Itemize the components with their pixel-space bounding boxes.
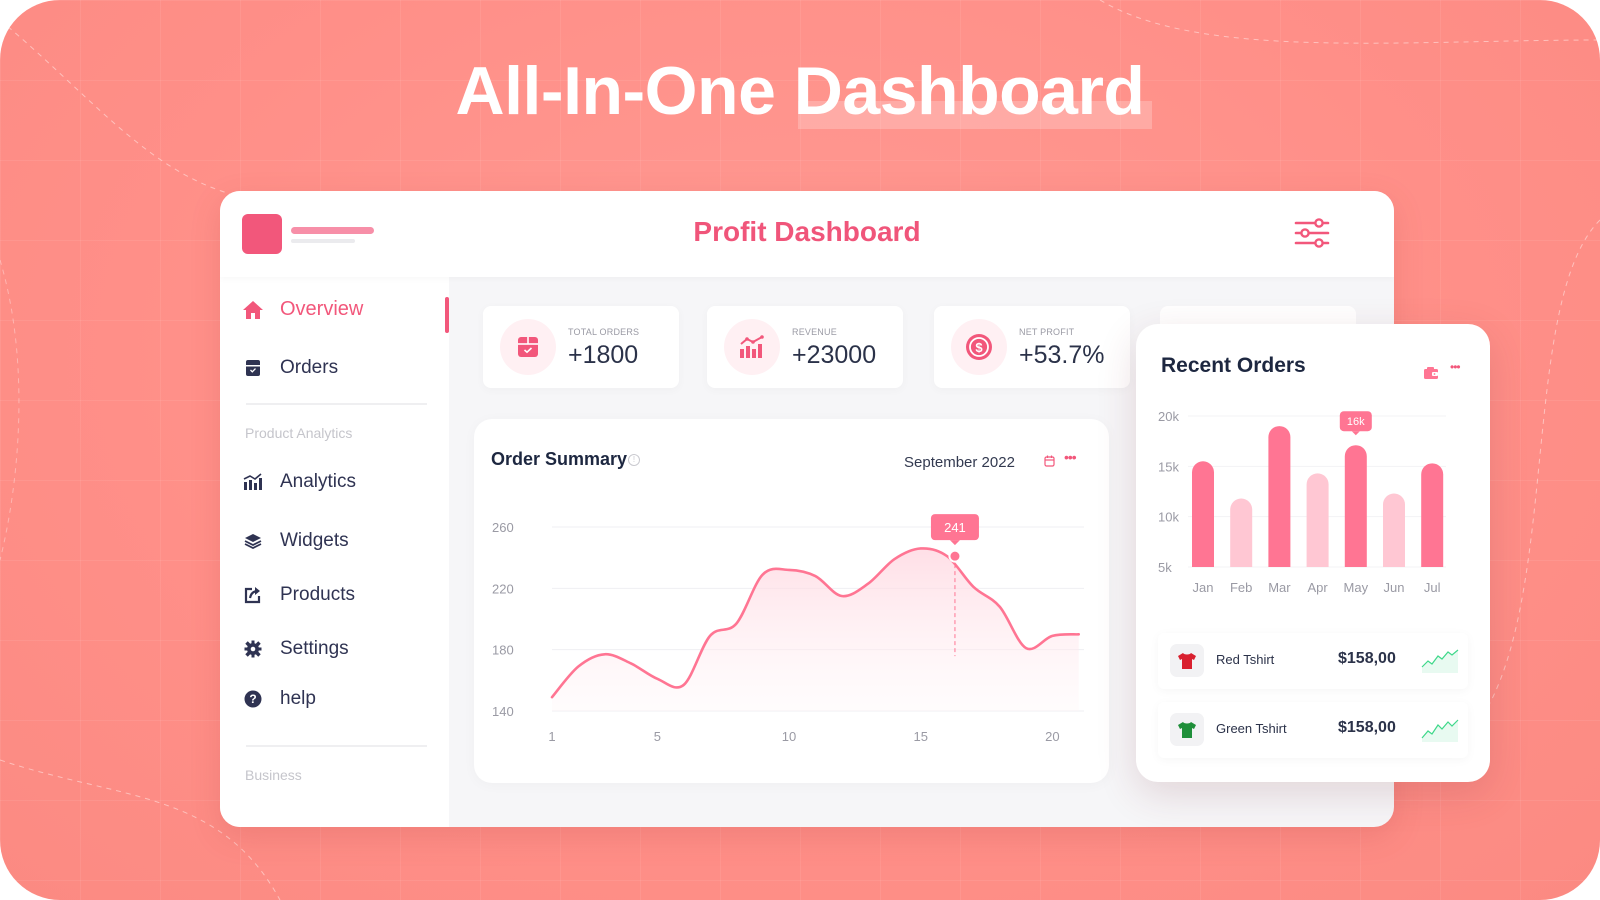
product-name: Red Tshirt — [1216, 652, 1275, 667]
bar-chart-icon — [242, 471, 264, 493]
svg-text:?: ? — [249, 692, 256, 706]
x-tick-label: 15 — [913, 729, 927, 744]
help-icon: ? — [242, 688, 264, 710]
list-item[interactable]: Red Tshirt $158,00 — [1158, 633, 1468, 689]
bar[interactable] — [1383, 493, 1405, 567]
sidebar-item-label: Products — [280, 584, 355, 605]
sidebar-item-label: help — [280, 688, 316, 709]
order-summary-line-chart: 1401802202601 5 10 15 20241 — [492, 514, 1084, 744]
share-icon — [242, 584, 264, 606]
y-tick-label: 260 — [492, 520, 514, 535]
stat-card-total-orders: TOTAL ORDERS +1800 — [483, 306, 679, 388]
x-tick-label: 5 — [654, 729, 661, 744]
gear-icon — [242, 638, 264, 660]
background-canvas: All-In-One Dashboard Profit Dashboard Ov… — [0, 0, 1600, 900]
box-icon — [242, 357, 264, 379]
x-tick-label: Apr — [1307, 580, 1328, 595]
bar[interactable] — [1421, 463, 1444, 567]
top-bar: Profit Dashboard — [220, 191, 1394, 277]
stat-card-net-profit: $ NET PROFIT +53.7% — [934, 306, 1130, 388]
list-item[interactable]: Green Tshirt $158,00 — [1158, 702, 1468, 758]
tooltip-label: 241 — [944, 520, 966, 535]
stat-label: TOTAL ORDERS — [568, 327, 640, 337]
filter-button[interactable] — [1292, 213, 1332, 253]
sparkline-icon — [1421, 719, 1459, 742]
stat-card-revenue: REVENUE +23000 — [707, 306, 903, 388]
bar[interactable] — [1344, 445, 1367, 567]
product-price: $158,00 — [1338, 719, 1396, 736]
tshirt-icon — [1170, 713, 1204, 746]
bar[interactable] — [1306, 473, 1329, 567]
bar[interactable] — [1192, 461, 1214, 567]
tshirt-icon — [1170, 644, 1204, 677]
page-title: Profit Dashboard — [693, 216, 921, 247]
divider — [246, 403, 427, 405]
bar[interactable] — [1268, 426, 1291, 567]
order-summary-card: Order Summary ! September 2022 ••• 140 18… — [474, 419, 1109, 783]
x-tick-label: 1 — [548, 729, 555, 744]
sidebar-item-label: Analytics — [280, 471, 357, 492]
stat-value: +23000 — [792, 341, 877, 369]
chart-icon — [724, 319, 780, 375]
section-label-product-analytics: Product Analytics — [245, 425, 353, 441]
stat-value: +53.7% — [1019, 341, 1105, 369]
x-tick-label: 20 — [1045, 729, 1059, 744]
product-price: $158,00 — [1338, 650, 1396, 667]
active-indicator — [445, 297, 449, 333]
y-tick-label: 15k — [1158, 459, 1179, 474]
sidebar-item-widgets[interactable]: Widgets — [242, 530, 349, 552]
x-tick-label: Jan — [1193, 580, 1214, 595]
x-tick-label: Jul — [1424, 580, 1441, 595]
y-tick-label: 180 — [492, 643, 514, 658]
sidebar-item-label: Settings — [280, 638, 349, 659]
area-fill — [552, 548, 1079, 711]
recent-orders-bar-chart: 5k 10k 15k 20k Jan Feb Mar Apr May 16k Jun Jul — [1158, 409, 1446, 595]
x-tick-label: Jun — [1384, 580, 1405, 595]
sidebar-item-help[interactable]: ? help — [242, 688, 316, 710]
divider — [246, 745, 427, 747]
x-tick-label: Feb — [1230, 580, 1252, 595]
product-name: Green Tshirt — [1216, 721, 1287, 736]
sidebar-item-label: Overview — [280, 298, 364, 320]
sparkline-icon — [1421, 649, 1459, 673]
recent-orders-card: Recent Orders ••• 5k 10k 15k 20k Jan Feb Mar Ap… — [1136, 324, 1490, 782]
sliders-icon — [1294, 218, 1330, 248]
x-tick-label: 10 — [782, 729, 796, 744]
y-tick-label: 5k — [1158, 560, 1172, 575]
y-tick-label: 220 — [492, 581, 514, 596]
sidebar-item-label: Widgets — [280, 530, 349, 551]
home-icon — [242, 299, 264, 321]
tooltip-pointer — [1351, 431, 1360, 436]
y-tick-label: 140 — [492, 704, 514, 719]
sidebar-item-label: Orders — [280, 357, 339, 378]
hero-title: All-In-One Dashboard — [455, 53, 1145, 129]
x-tick-label: Mar — [1268, 580, 1291, 595]
y-tick-label: 10k — [1158, 510, 1179, 525]
bar[interactable] — [1230, 498, 1253, 567]
y-tick-label: 20k — [1158, 409, 1179, 424]
sidebar: Overview Orders Product Analytics Analyt… — [220, 277, 449, 827]
stat-value: +1800 — [568, 341, 639, 369]
layers-icon — [242, 530, 264, 552]
stat-label: NET PROFIT — [1019, 327, 1075, 337]
svg-text:$: $ — [975, 340, 983, 355]
sidebar-item-overview[interactable]: Overview — [242, 298, 363, 321]
dollar-icon: $ — [951, 319, 1007, 375]
box-icon — [500, 319, 556, 375]
highlight-point[interactable] — [950, 551, 960, 561]
stat-label: REVENUE — [792, 327, 837, 337]
sidebar-item-products[interactable]: Products — [242, 584, 355, 606]
sidebar-item-settings[interactable]: Settings — [242, 638, 349, 660]
section-label-business: Business — [245, 767, 302, 783]
tooltip-label: 16k — [1347, 416, 1365, 428]
tooltip-pointer — [949, 540, 960, 546]
sidebar-item-orders[interactable]: Orders — [242, 357, 338, 379]
x-tick-label: May — [1344, 580, 1369, 595]
sidebar-item-analytics[interactable]: Analytics — [242, 471, 356, 493]
